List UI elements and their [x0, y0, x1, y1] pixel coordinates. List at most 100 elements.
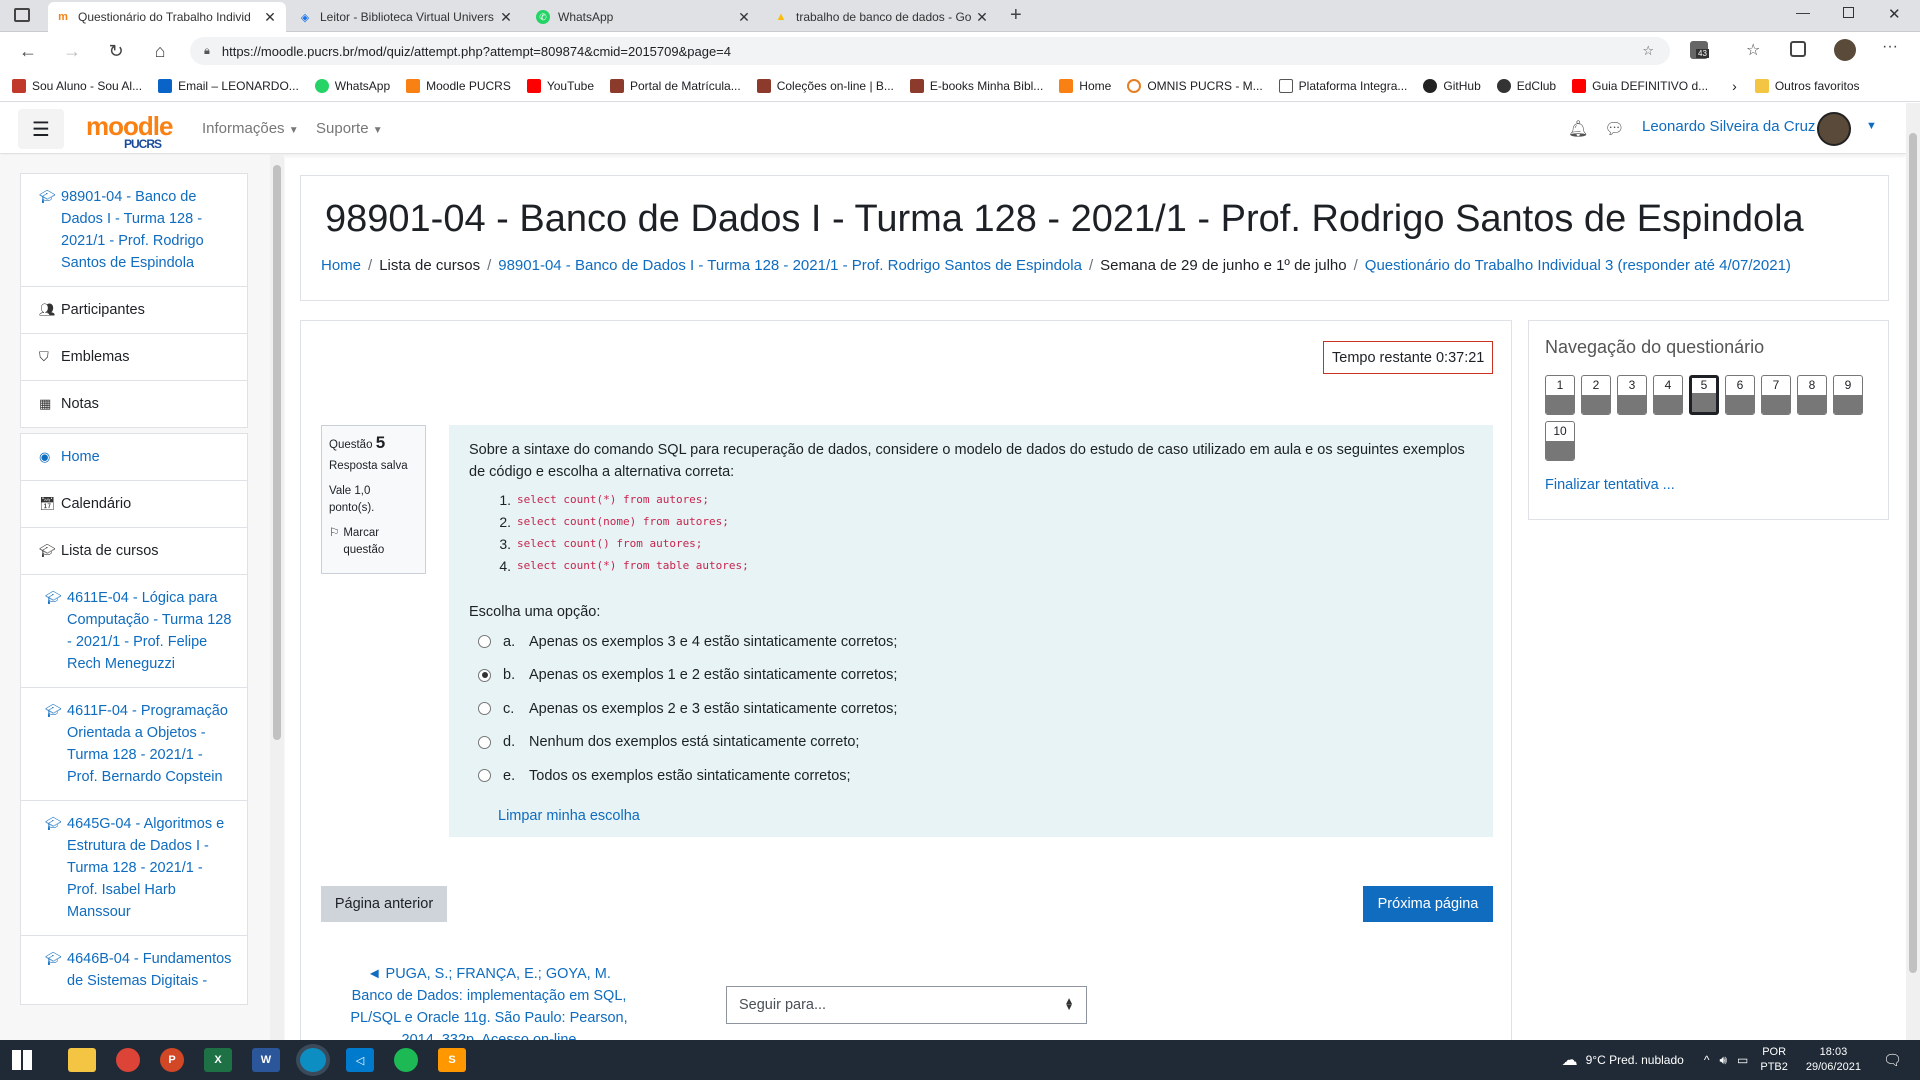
- home-icon[interactable]: ⌂: [148, 40, 172, 62]
- bookmark-item[interactable]: Guia DEFINITIVO d...: [1572, 78, 1708, 93]
- excel-icon[interactable]: X: [204, 1048, 232, 1072]
- restore-icon[interactable]: [1843, 7, 1854, 18]
- question-nav-button[interactable]: 1: [1545, 375, 1575, 415]
- clock[interactable]: 18:03 29/06/2021: [1806, 1045, 1861, 1075]
- weather-text[interactable]: 9°C Pred. nublado: [1586, 1053, 1684, 1067]
- file-explorer-icon[interactable]: [68, 1048, 96, 1072]
- bookmark-item[interactable]: YouTube: [526, 78, 594, 93]
- bookmark-item[interactable]: Sou Aluno - Sou Al...: [12, 78, 142, 93]
- question-nav-button-current[interactable]: 5: [1689, 375, 1719, 415]
- tab-actions-icon[interactable]: [14, 8, 30, 22]
- bookmark-item[interactable]: EdClub: [1496, 78, 1556, 93]
- chevron-up-icon[interactable]: ^: [1704, 1053, 1710, 1067]
- network-icon[interactable]: ▭: [1737, 1053, 1748, 1067]
- menu-informacoes[interactable]: Informações ▼: [202, 120, 299, 137]
- breadcrumb-quiz[interactable]: Questionário do Trabalho Individual 3 (r…: [1365, 257, 1791, 274]
- radio-button[interactable]: [478, 702, 491, 716]
- sidebar-item-course-list[interactable]: 🎓︎ Lista de cursos: [21, 528, 247, 575]
- sidebar-item-participants[interactable]: 👥︎ Participantes: [21, 287, 247, 334]
- edge-icon[interactable]: [300, 1048, 326, 1072]
- favorites-icon[interactable]: ☆: [1746, 40, 1760, 60]
- browser-tab-quiz[interactable]: m Questionário do Trabalho Individ ✕: [48, 2, 286, 32]
- bookmark-item[interactable]: WhatsApp: [314, 78, 390, 93]
- sidebar-item-current-course[interactable]: 🎓︎ 98901-04 - Banco de Dados I - Turma 1…: [21, 174, 247, 287]
- answer-option-b[interactable]: b. Apenas os exemplos 1 e 2 estão sintati…: [469, 659, 1473, 693]
- chrome-icon[interactable]: [116, 1048, 140, 1072]
- bookmark-item[interactable]: Moodle PUCRS: [406, 78, 511, 93]
- close-tab-icon[interactable]: ✕: [974, 9, 990, 26]
- sublime-icon[interactable]: S: [438, 1048, 466, 1072]
- sidebar-item-calendar[interactable]: 📅︎ Calendário: [21, 481, 247, 528]
- radio-button[interactable]: [478, 735, 491, 749]
- close-tab-icon[interactable]: ✕: [262, 9, 278, 26]
- extension-icon[interactable]: 43: [1690, 41, 1709, 59]
- answer-option-c[interactable]: c. Apenas os exemplos 2 e 3 estão sintati…: [469, 692, 1473, 726]
- profile-avatar[interactable]: [1834, 39, 1856, 61]
- browser-tab-whatsapp[interactable]: ✆ WhatsApp ✕: [528, 2, 760, 32]
- scrollbar-thumb[interactable]: [273, 165, 281, 740]
- close-tab-icon[interactable]: ✕: [736, 9, 752, 26]
- page-scrollbar[interactable]: [1906, 103, 1920, 1040]
- question-nav-button[interactable]: 3: [1617, 375, 1647, 415]
- bookmark-item[interactable]: GitHub: [1423, 78, 1481, 93]
- new-tab-icon[interactable]: +: [1010, 4, 1022, 27]
- moodle-logo[interactable]: moodle PUCRS: [86, 111, 173, 151]
- bookmark-item[interactable]: Plataforma Integra...: [1278, 78, 1407, 93]
- favorite-star-icon[interactable]: ☆: [1642, 43, 1654, 59]
- question-nav-button[interactable]: 10: [1545, 421, 1575, 461]
- chat-icon[interactable]: 💬︎: [1604, 121, 1624, 138]
- sidebar-item-home[interactable]: ◉ Home: [21, 434, 247, 481]
- question-nav-button[interactable]: 7: [1761, 375, 1791, 415]
- minimize-icon[interactable]: —: [1796, 4, 1810, 20]
- avatar[interactable]: [1817, 112, 1851, 146]
- question-nav-button[interactable]: 8: [1797, 375, 1827, 415]
- language-indicator[interactable]: POR PTB2: [1760, 1045, 1788, 1075]
- breadcrumb-course[interactable]: 98901-04 - Banco de Dados I - Turma 128 …: [498, 257, 1082, 274]
- radio-button[interactable]: [478, 769, 491, 783]
- bookmark-item[interactable]: Portal de Matrícula...: [610, 78, 741, 93]
- sidebar-item-grades[interactable]: ▦ Notas: [21, 381, 247, 427]
- bookmark-item[interactable]: Home: [1059, 78, 1111, 93]
- back-icon[interactable]: ←: [16, 40, 40, 62]
- more-menu-icon[interactable]: ···: [1882, 38, 1898, 56]
- finish-attempt-link[interactable]: Finalizar tentativa ...: [1545, 477, 1675, 493]
- sidebar-item-course[interactable]: 🎓︎ 4611F-04 - Programação Orientada a Ob…: [21, 688, 247, 801]
- sidebar-item-course[interactable]: 🎓︎ 4645G-04 - Algoritmos e Estrutura de …: [21, 801, 247, 936]
- answer-option-e[interactable]: e. Todos os exemplos estão sintaticamente…: [469, 759, 1473, 793]
- close-window-icon[interactable]: ✕: [1888, 5, 1901, 23]
- radio-button[interactable]: [478, 635, 491, 649]
- user-name[interactable]: Leonardo Silveira da Cruz: [1642, 118, 1815, 135]
- breadcrumb-home[interactable]: Home: [321, 257, 361, 274]
- collections-icon[interactable]: [1790, 41, 1806, 57]
- browser-tab-drive[interactable]: ▲ trabalho de banco de dados - Go ✕: [766, 2, 998, 32]
- question-nav-button[interactable]: 9: [1833, 375, 1863, 415]
- question-nav-button[interactable]: 4: [1653, 375, 1683, 415]
- question-nav-button[interactable]: 2: [1581, 375, 1611, 415]
- previous-activity-link[interactable]: ◄ PUGA, S.; FRANÇA, E.; GOYA, M. Banco d…: [349, 963, 629, 1051]
- previous-page-button[interactable]: Página anterior: [321, 886, 447, 922]
- url-bar[interactable]: 🔒︎ https://moodle.pucrs.br/mod/quiz/atte…: [190, 37, 1670, 65]
- powerpoint-icon[interactable]: P: [160, 1048, 184, 1072]
- bookmark-item[interactable]: Coleções on-line | B...: [756, 78, 894, 93]
- speaker-icon[interactable]: 🔊︎: [1719, 1053, 1727, 1068]
- answer-option-d[interactable]: d. Nenhum dos exemplos está sintaticament…: [469, 726, 1473, 760]
- sidebar-scrollbar[interactable]: [270, 155, 284, 1040]
- bookmark-item[interactable]: Email – LEONARDO...: [158, 78, 299, 93]
- clear-choice-link[interactable]: Limpar minha escolha: [498, 805, 1473, 827]
- flag-question[interactable]: ⚐ Marcar questão: [329, 525, 418, 559]
- radio-button-selected[interactable]: [478, 668, 491, 682]
- close-tab-icon[interactable]: ✕: [498, 9, 514, 26]
- sidebar-item-badges[interactable]: ⛉ Emblemas: [21, 334, 247, 381]
- windows-start-icon[interactable]: [12, 1050, 32, 1070]
- forward-icon[interactable]: →: [60, 40, 84, 62]
- other-bookmarks[interactable]: Outros favoritos: [1754, 78, 1860, 93]
- scrollbar-thumb[interactable]: [1909, 133, 1917, 973]
- next-page-button[interactable]: Próxima página: [1363, 886, 1493, 922]
- user-menu-caret-icon[interactable]: ▼: [1866, 120, 1877, 132]
- bell-icon[interactable]: 🔔︎: [1568, 121, 1588, 138]
- bookmark-item[interactable]: E-books Minha Bibl...: [909, 78, 1043, 93]
- jump-to-select[interactable]: Seguir para... ▲ ▼: [726, 986, 1087, 1024]
- sidebar-item-course[interactable]: 🎓︎ 4611E-04 - Lógica para Computação - T…: [21, 575, 247, 688]
- bookmark-item[interactable]: OMNIS PUCRS - M...: [1127, 78, 1263, 93]
- browser-tab-reader[interactable]: ◈ Leitor - Biblioteca Virtual Univers ✕: [290, 2, 522, 32]
